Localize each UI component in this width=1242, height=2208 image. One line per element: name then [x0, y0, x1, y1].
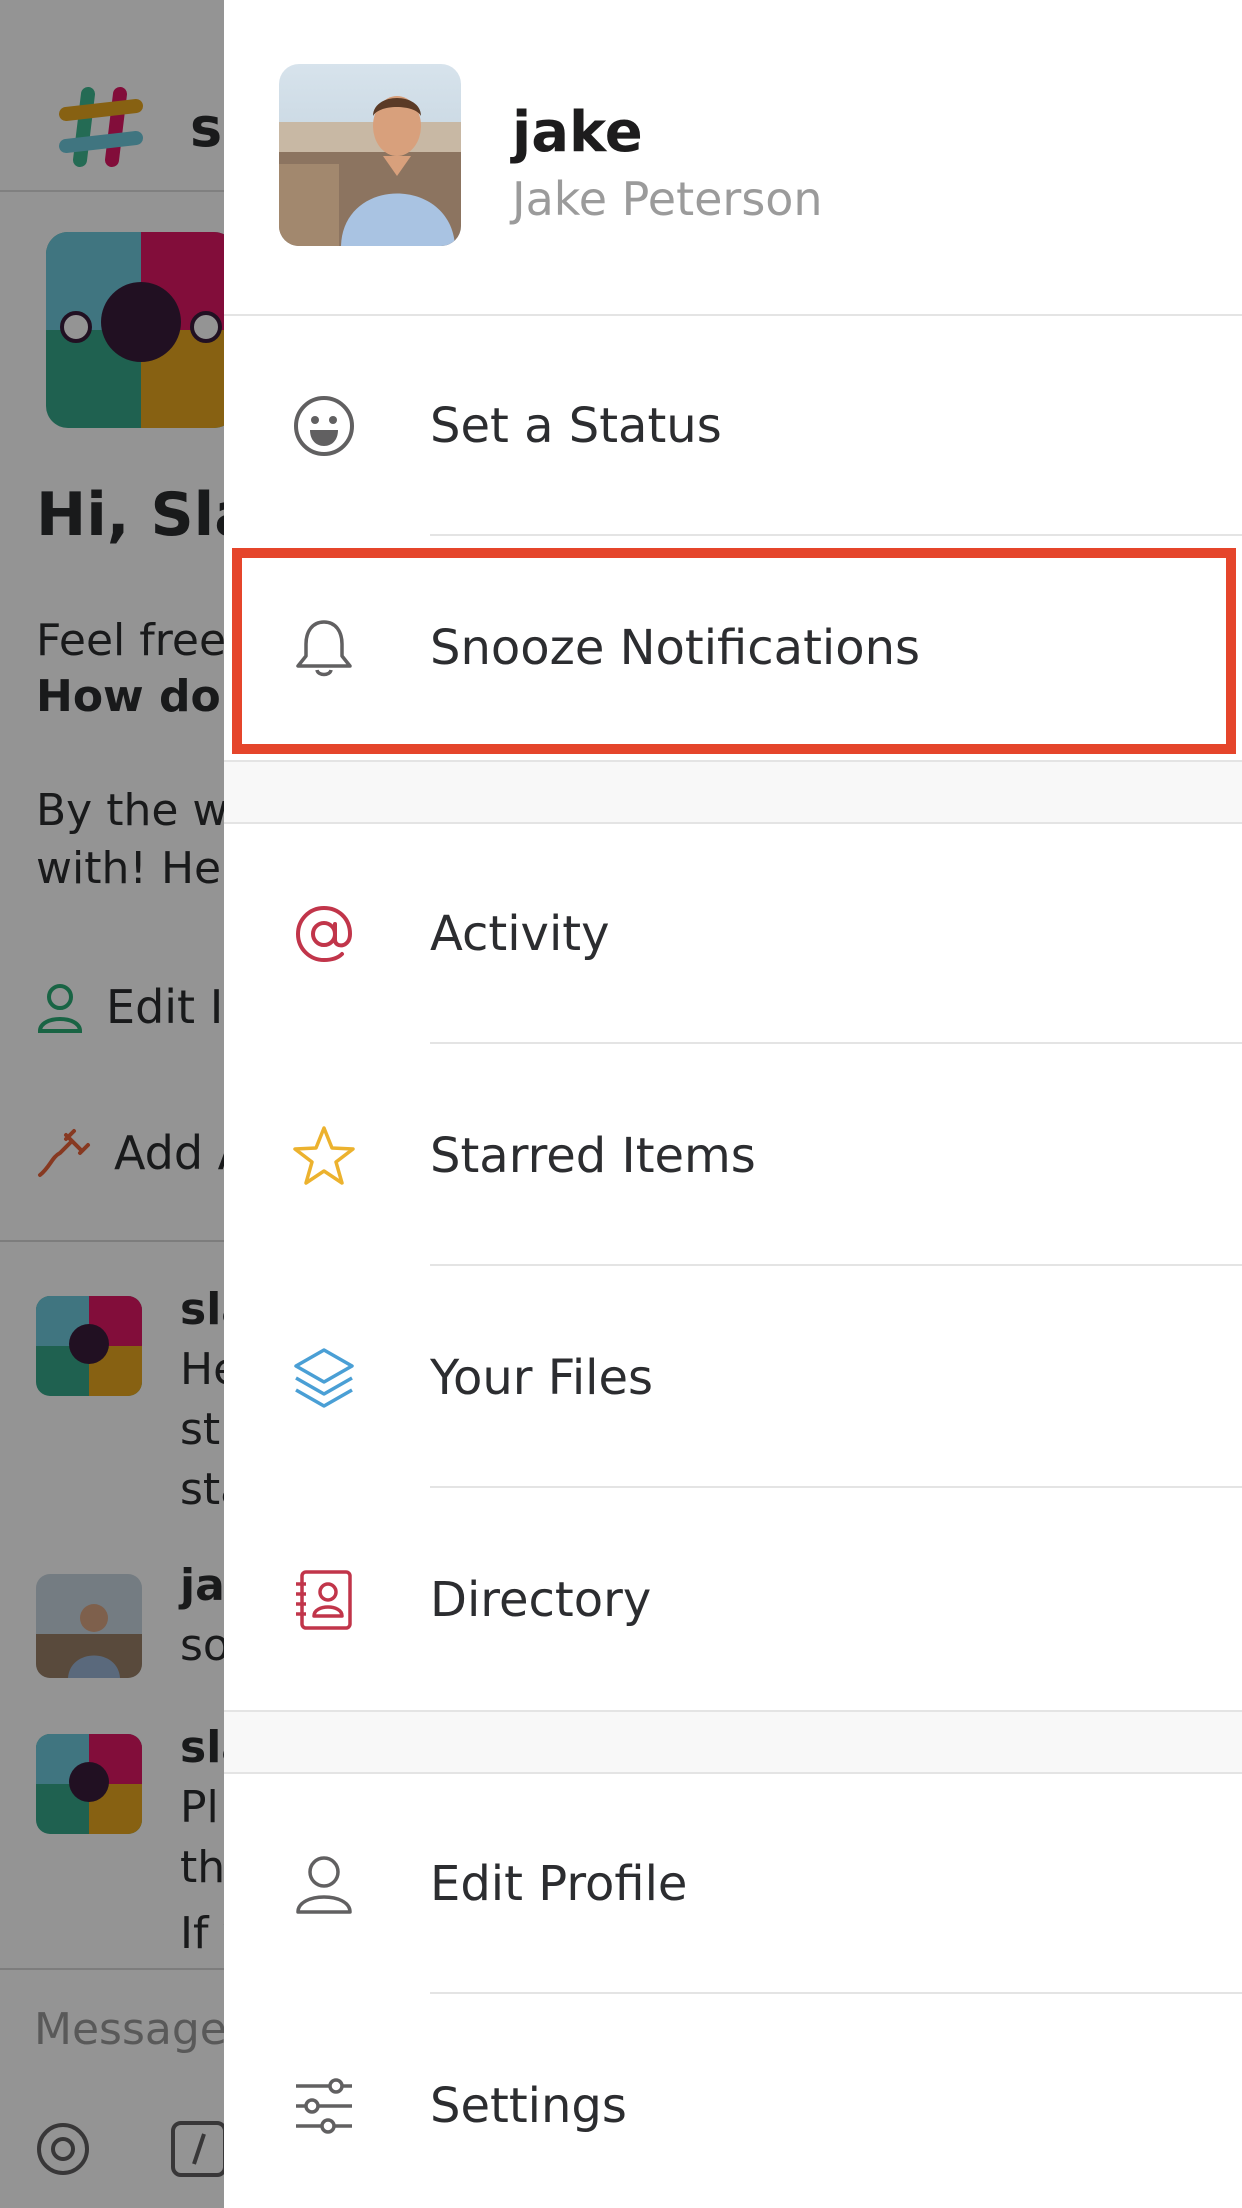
account-drawer: jake Jake Peterson Set a Status Snooze N… — [224, 0, 1242, 2208]
divider — [430, 1992, 1242, 1994]
layers-icon — [292, 1346, 356, 1410]
profile-avatar[interactable] — [279, 64, 461, 246]
menu-item-label: Your Files — [430, 1350, 654, 1406]
menu-item-set-status[interactable]: Set a Status — [224, 316, 1242, 536]
menu-item-activity[interactable]: Activity — [224, 824, 1242, 1044]
divider — [430, 534, 1242, 536]
menu-item-your-files[interactable]: Your Files — [224, 1268, 1242, 1488]
divider — [430, 1486, 1242, 1488]
menu-item-snooze-notifications[interactable]: Snooze Notifications — [224, 538, 1242, 758]
profile-username: jake — [512, 100, 643, 165]
divider — [430, 1042, 1242, 1044]
divider — [430, 1264, 1242, 1266]
smiley-icon — [292, 394, 356, 458]
sliders-icon — [292, 2074, 356, 2138]
section-spacer — [224, 760, 1242, 824]
menu-item-directory[interactable]: Directory — [224, 1490, 1242, 1710]
menu-item-label: Settings — [430, 2078, 627, 2134]
at-sign-icon — [292, 902, 356, 966]
person-icon — [292, 1852, 356, 1916]
menu-item-label: Snooze Notifications — [430, 620, 921, 676]
bell-icon — [292, 616, 356, 680]
menu-item-label: Edit Profile — [430, 1856, 688, 1912]
menu-item-label: Directory — [430, 1572, 652, 1628]
menu-item-starred-items[interactable]: Starred Items — [224, 1046, 1242, 1266]
menu-item-label: Starred Items — [430, 1128, 756, 1184]
menu-item-label: Activity — [430, 906, 610, 962]
directory-icon — [292, 1568, 356, 1632]
profile-full-name: Jake Peterson — [512, 172, 823, 226]
menu-item-label: Set a Status — [430, 398, 722, 454]
menu-item-edit-profile[interactable]: Edit Profile — [224, 1774, 1242, 1994]
star-icon — [292, 1124, 356, 1188]
menu-item-settings[interactable]: Settings — [224, 1996, 1242, 2208]
section-spacer — [224, 1710, 1242, 1774]
profile-header[interactable]: jake Jake Peterson — [224, 0, 1242, 316]
